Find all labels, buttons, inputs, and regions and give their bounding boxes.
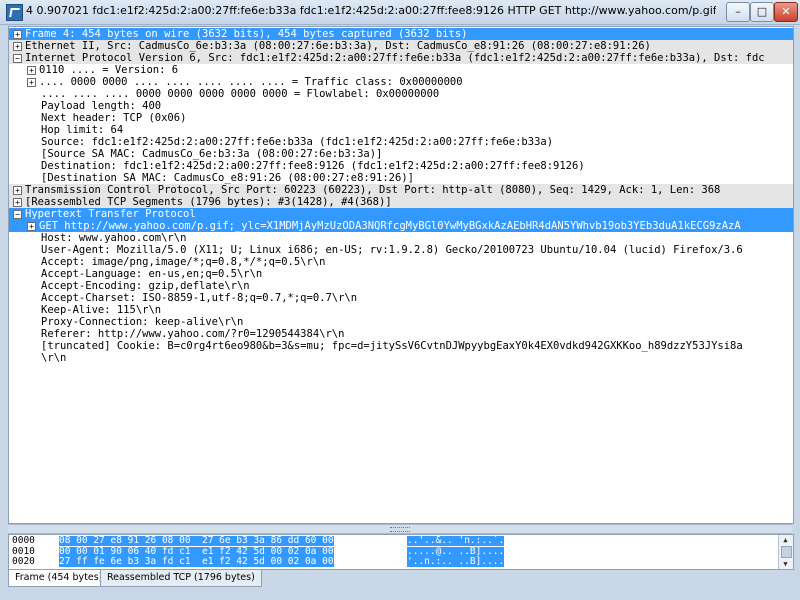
tab-frame[interactable]: Frame (454 bytes) <box>8 570 110 587</box>
tree-row[interactable]: Host: www.yahoo.com\r\n <box>9 232 793 244</box>
tree-row-label: Internet Protocol Version 6, Src: fdc1:e… <box>25 52 765 64</box>
tree-row[interactable]: + Transmission Control Protocol, Src Port… <box>9 184 793 196</box>
tree-row[interactable]: Hop limit: 64 <box>9 124 793 136</box>
tree-row[interactable]: + Ethernet II, Src: CadmusCo_6e:b3:3a (08… <box>9 40 793 52</box>
scroll-thumb[interactable] <box>781 546 792 558</box>
tree-row[interactable]: [truncated] Cookie: B=c0rg4rt6eo980&b=3&… <box>9 340 793 352</box>
tree-row[interactable]: Next header: TCP (0x06) <box>9 112 793 124</box>
scroll-up-icon[interactable]: ▲ <box>781 536 790 544</box>
expand-icon[interactable]: + <box>13 186 22 195</box>
tree-row[interactable]: Accept-Language: en-us,en;q=0.5\r\n <box>9 268 793 280</box>
expand-icon[interactable]: + <box>27 78 36 87</box>
tree-row[interactable]: Proxy-Connection: keep-alive\r\n <box>9 316 793 328</box>
hex-bytes: 08 00 27 e8 91 26 08 00 27 6e b3 3a 86 d… <box>59 535 334 546</box>
tree-row[interactable]: − Internet Protocol Version 6, Src: fdc1:… <box>9 52 793 64</box>
collapse-icon[interactable]: − <box>13 210 22 219</box>
tree-row[interactable]: + GET http://www.yahoo.com/p.gif;_ylc=X1M… <box>9 220 793 232</box>
tree-row-label: Destination: fdc1:e1f2:425d:2:a00:27ff:f… <box>41 160 585 172</box>
tree-row-label: 0110 .... = Version: 6 <box>39 64 179 76</box>
tree-row-label: Keep-Alive: 115\r\n <box>41 304 162 316</box>
hex-bytes: 27 ff fe 6e b3 3a fd c1 e1 f2 42 5d 00 0… <box>59 556 334 567</box>
tree-row[interactable]: Accept-Charset: ISO-8859-1,utf-8;q=0.7,*… <box>9 292 793 304</box>
maximize-button[interactable]: □ <box>750 2 774 22</box>
packet-details-pane[interactable]: + Frame 4: 454 bytes on wire (3632 bits),… <box>8 26 794 524</box>
tree-row-label: Transmission Control Protocol, Src Port:… <box>25 184 721 196</box>
tree-row[interactable]: .... .... .... 0000 0000 0000 0000 0000 … <box>9 88 793 100</box>
tree-row[interactable]: Accept: image/png,image/*;q=0.8,*/*;q=0.… <box>9 256 793 268</box>
tree-row-label: [Source SA MAC: CadmusCo_6e:b3:3a (08:00… <box>41 148 383 160</box>
tree-row[interactable]: Source: fdc1:e1f2:425d:2:a00:27ff:fe6e:b… <box>9 136 793 148</box>
tree-row-label: Proxy-Connection: keep-alive\r\n <box>41 316 244 328</box>
tree-row[interactable]: +0110 .... = Version: 6 <box>9 64 793 76</box>
wireshark-app-icon <box>6 4 23 21</box>
tree-row-label: Hypertext Transfer Protocol <box>25 208 196 220</box>
hex-ascii: .....@.. ..B].... <box>407 545 505 557</box>
pane-splitter[interactable] <box>8 524 792 534</box>
tree-row[interactable]: Payload length: 400 <box>9 100 793 112</box>
tree-row-label: Hop limit: 64 <box>41 124 124 136</box>
packet-window: 4 0.907021 fdc1:e1f2:425d:2:a00:27ff:fe6… <box>0 0 800 600</box>
tree-row-label: Accept-Encoding: gzip,deflate\r\n <box>41 280 250 292</box>
tree-row[interactable]: User-Agent: Mozilla/5.0 (X11; U; Linux i… <box>9 244 793 256</box>
tree-row-label: Payload length: 400 <box>41 100 162 112</box>
tree-row-label: Host: www.yahoo.com\r\n <box>41 232 187 244</box>
tree-row[interactable]: + [Reassembled TCP Segments (1796 bytes):… <box>9 196 793 208</box>
hex-row[interactable]: 0000 08 00 27 e8 91 26 08 00 27 6e b3 3a … <box>9 536 769 546</box>
hex-ascii: '..n.:.. ..B].... <box>407 556 505 567</box>
tree-row[interactable]: Accept-Encoding: gzip,deflate\r\n <box>9 280 793 292</box>
tree-row-label: Ethernet II, Src: CadmusCo_6e:b3:3a (08:… <box>25 40 651 52</box>
tree-row-label: Accept-Language: en-us,en;q=0.5\r\n <box>41 268 263 280</box>
scroll-down-icon[interactable]: ▼ <box>781 560 790 568</box>
tree-row-label: Frame 4: 454 bytes on wire (3632 bits), … <box>25 28 468 40</box>
hex-bytes: 00 00 01 90 06 40 fd c1 e1 f2 42 5d 00 0… <box>59 545 334 557</box>
tree-row[interactable]: Destination: fdc1:e1f2:425d:2:a00:27ff:f… <box>9 160 793 172</box>
hex-row[interactable]: 0020 27 ff fe 6e b3 3a fd c1 e1 f2 42 5d … <box>9 557 769 567</box>
tree-row[interactable]: \r\n <box>9 352 793 364</box>
bytes-tabs: Frame (454 bytes) Reassembled TCP (1796 … <box>8 570 792 592</box>
tab-reassembled-tcp[interactable]: Reassembled TCP (1796 bytes) <box>100 570 262 587</box>
expand-icon[interactable]: + <box>13 30 22 39</box>
minimize-button[interactable]: – <box>726 2 750 22</box>
tree-row-label: .... 0000 0000 .... .... .... .... .... … <box>39 76 463 88</box>
tree-row-label: GET http://www.yahoo.com/p.gif;_ylc=X1MD… <box>39 220 741 232</box>
expand-icon[interactable]: + <box>27 66 36 75</box>
tree-row[interactable]: + Frame 4: 454 bytes on wire (3632 bits),… <box>9 28 793 40</box>
tree-row-label: Referer: http://www.yahoo.com/?r0=129054… <box>41 328 345 340</box>
bytes-scrollbar[interactable]: ▲ ▼ <box>778 535 793 569</box>
hex-ascii: ..'..&.. 'n.:..`. <box>407 535 505 546</box>
tree-row[interactable]: [Source SA MAC: CadmusCo_6e:b3:3a (08:00… <box>9 148 793 160</box>
tree-row-label: Source: fdc1:e1f2:425d:2:a00:27ff:fe6e:b… <box>41 136 554 148</box>
hex-row[interactable]: 0010 00 00 01 90 06 40 fd c1 e1 f2 42 5d … <box>9 545 769 557</box>
tree-row-label: Accept: image/png,image/*;q=0.8,*/*;q=0.… <box>41 256 326 268</box>
title-bar[interactable]: 4 0.907021 fdc1:e1f2:425d:2:a00:27ff:fe6… <box>0 0 800 25</box>
hex-offset: 0020 <box>12 556 35 567</box>
close-button[interactable]: ✕ <box>774 2 798 22</box>
tree-row[interactable]: − Hypertext Transfer Protocol <box>9 208 793 220</box>
hex-offset: 0000 <box>12 535 35 546</box>
tree-row-label: [Destination SA MAC: CadmusCo_e8:91:26 (… <box>41 172 414 184</box>
tree-row-label: User-Agent: Mozilla/5.0 (X11; U; Linux i… <box>41 244 743 256</box>
hex-offset: 0010 <box>12 545 35 557</box>
tree-row[interactable]: +.... 0000 0000 .... .... .... .... ....… <box>9 76 793 88</box>
expand-icon[interactable]: + <box>13 198 22 207</box>
tree-row[interactable]: Keep-Alive: 115\r\n <box>9 304 793 316</box>
tree-row-label: Accept-Charset: ISO-8859-1,utf-8;q=0.7,*… <box>41 292 358 304</box>
tree-row-label: \r\n <box>41 352 67 364</box>
tree-row-label: [Reassembled TCP Segments (1796 bytes): … <box>25 196 392 208</box>
tree-row-label: Next header: TCP (0x06) <box>41 112 187 124</box>
packet-bytes-pane[interactable]: ▲ ▼ 0000 08 00 27 e8 91 26 08 00 27 6e b3… <box>8 534 794 570</box>
tree-row-label: [truncated] Cookie: B=c0rg4rt6eo980&b=3&… <box>41 340 743 352</box>
expand-icon[interactable]: + <box>27 222 36 231</box>
collapse-icon[interactable]: − <box>13 54 22 63</box>
window-title: 4 0.907021 fdc1:e1f2:425d:2:a00:27ff:fe6… <box>26 4 716 17</box>
tree-row[interactable]: [Destination SA MAC: CadmusCo_e8:91:26 (… <box>9 172 793 184</box>
tree-row-label: .... .... .... 0000 0000 0000 0000 0000 … <box>41 88 440 100</box>
expand-icon[interactable]: + <box>13 42 22 51</box>
tree-row[interactable]: Referer: http://www.yahoo.com/?r0=129054… <box>9 328 793 340</box>
